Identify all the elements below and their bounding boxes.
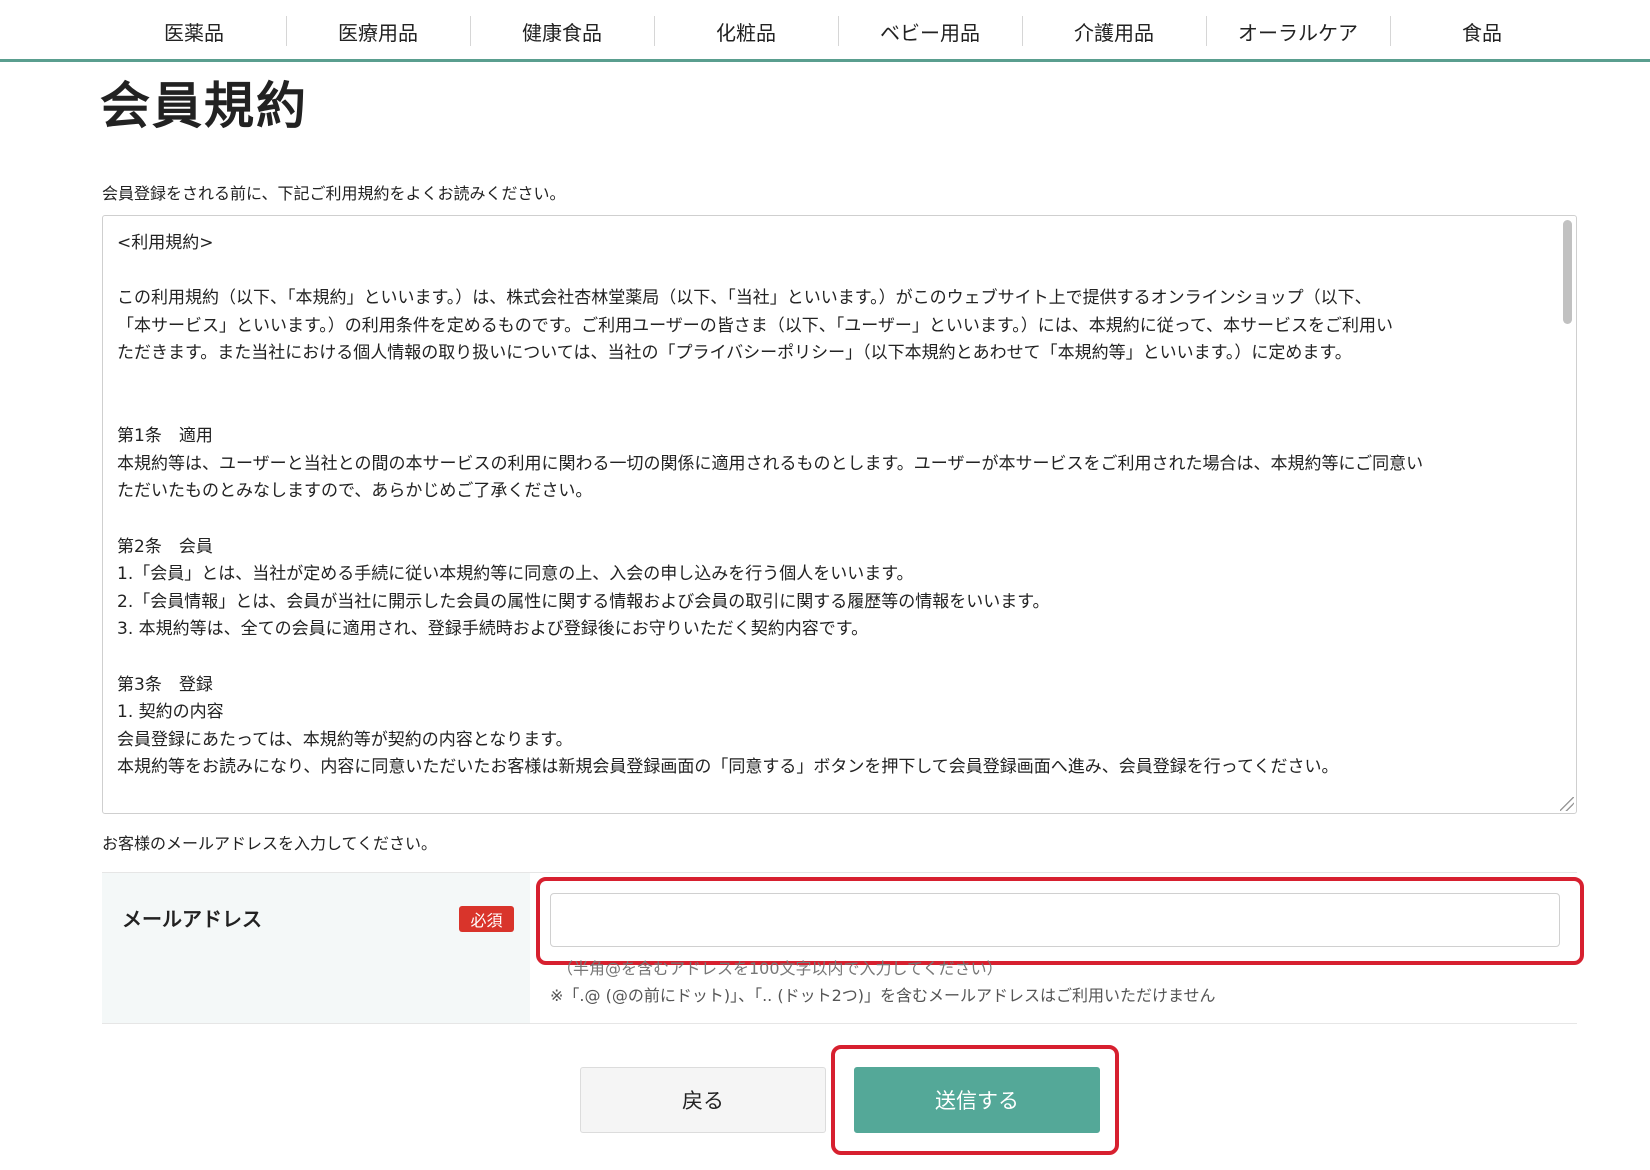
top-nav: 医薬品 医療用品 健康食品 化粧品 ベビー用品 介護用品 オーラルケア 食品 (0, 0, 1650, 62)
email-label-cell: メールアドレス 必須 (102, 873, 530, 1023)
email-label: メールアドレス (122, 907, 262, 931)
nav-item-medical-supplies[interactable]: 医療用品 (286, 0, 470, 59)
email-instruction: お客様のメールアドレスを入力してください。 (102, 834, 438, 853)
email-hint-dots: ※「.@ (@の前にドット)」、「.. (ドット2つ)」を含むメールアドレスはご… (550, 986, 1216, 1005)
nav-item-cosmetics[interactable]: 化粧品 (654, 0, 838, 59)
nav-item-baby-goods[interactable]: ベビー用品 (838, 0, 1022, 59)
page-title: 会員規約 (100, 77, 308, 135)
nav-item-medicine[interactable]: 医薬品 (102, 0, 286, 59)
nav-item-oral-care[interactable]: オーラルケア (1206, 0, 1390, 59)
terms-textarea[interactable]: <利用規約> この利用規約（以下、「本規約」といいます。）は、株式会社杏林堂薬局… (102, 215, 1577, 814)
resize-handle-icon[interactable] (1560, 797, 1574, 811)
intro-text: 会員登録をされる前に、下記ご利用規約をよくお読みください。 (102, 184, 566, 203)
required-badge: 必須 (459, 906, 514, 932)
nav-item-nursing-care[interactable]: 介護用品 (1022, 0, 1206, 59)
email-hint-length: （半角@を含むアドレスを100文字以内で入力してください） (557, 959, 1003, 978)
terms-text: <利用規約> この利用規約（以下、「本規約」といいます。）は、株式会社杏林堂薬局… (117, 233, 1424, 778)
terms-scrollbar-thumb[interactable] (1563, 220, 1572, 324)
category-nav: 医薬品 医療用品 健康食品 化粧品 ベビー用品 介護用品 オーラルケア 食品 (102, 0, 1574, 59)
back-button[interactable]: 戻る (580, 1067, 826, 1133)
nav-item-food[interactable]: 食品 (1390, 0, 1574, 59)
email-form-row: メールアドレス 必須 （半角@を含むアドレスを100文字以内で入力してください）… (102, 872, 1584, 1024)
email-input[interactable] (550, 893, 1560, 947)
submit-button[interactable]: 送信する (854, 1067, 1100, 1133)
nav-item-health-food[interactable]: 健康食品 (470, 0, 654, 59)
